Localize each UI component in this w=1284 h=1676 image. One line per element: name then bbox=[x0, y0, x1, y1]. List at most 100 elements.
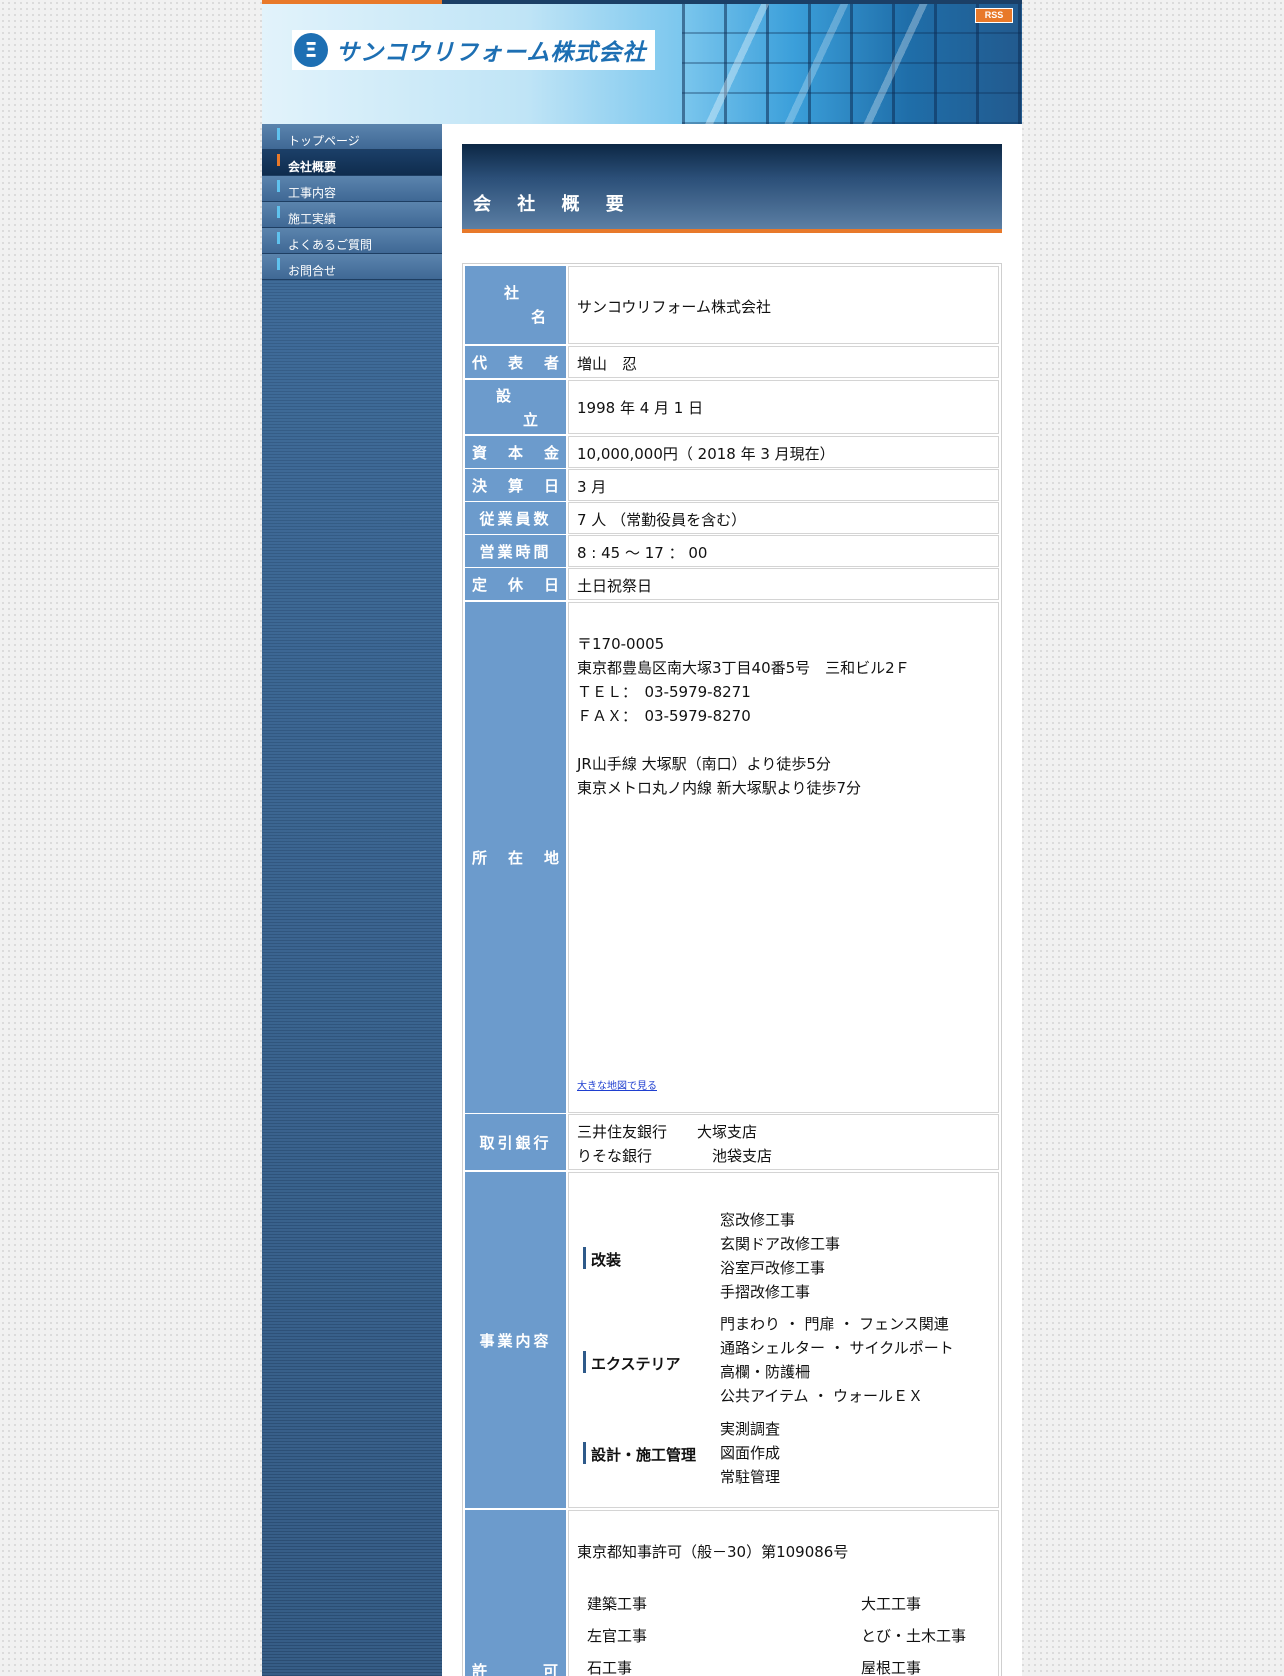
license-item: とび・土木工事 bbox=[861, 1627, 967, 1645]
category-renovation: 改装 bbox=[591, 1251, 622, 1269]
sidebar-item-label: トップページ bbox=[288, 134, 360, 148]
page: Ξ サンコウリフォーム株式会社 RSS トップページ 会社概要 工事内容 施工実… bbox=[262, 0, 1022, 1676]
label-char: 算 bbox=[507, 476, 523, 495]
service-item: 玄関ドア改修工事 bbox=[720, 1235, 841, 1253]
phone-number: ＴＥＬ： 03-5979-8271 bbox=[577, 683, 751, 701]
row-banks: 取引銀行 三井住友銀行 大塚支店 りそな銀行 池袋支店 bbox=[465, 1114, 999, 1170]
license-item: 左官工事 bbox=[587, 1627, 648, 1645]
row-value: 8 : 45 ～ 17 ： 00 bbox=[568, 535, 999, 567]
category-exterior: エクステリア bbox=[591, 1355, 681, 1373]
nav-marker-icon bbox=[277, 206, 280, 218]
label-char: 定 bbox=[472, 575, 488, 594]
nav-marker-icon bbox=[277, 154, 280, 166]
street-address: 東京都豊島区南大塚3丁目40番5号 三和ビル2Ｆ bbox=[577, 659, 910, 677]
row-label: 決 算 日 bbox=[465, 469, 566, 501]
service-item: 手摺改修工事 bbox=[720, 1283, 811, 1301]
banks-label: 取引銀行 bbox=[479, 1133, 552, 1152]
site-header: Ξ サンコウリフォーム株式会社 RSS bbox=[262, 0, 1022, 124]
service-item: 門まわり ・ 門扉 ・ フェンス関連 bbox=[720, 1315, 949, 1333]
employees-value: 7 人 （常勤役員を含む） bbox=[577, 511, 747, 529]
row-business: 事業内容 改装 窓改修工事 玄関ドア改修工事 浴室戸改修工事 手摺改修工事 エク… bbox=[465, 1172, 999, 1508]
service-item: 公共アイテム ・ ウォールＥＸ bbox=[720, 1387, 924, 1405]
row-label: 許 可 bbox=[465, 1510, 566, 1676]
bank-1: 三井住友銀行 大塚支店 bbox=[577, 1123, 758, 1141]
row-holidays: 定 休 日 土日祝祭日 bbox=[465, 568, 999, 600]
label-char: 許 bbox=[472, 1662, 488, 1676]
service-item: 実測調査 bbox=[720, 1420, 781, 1438]
building-image bbox=[682, 4, 1022, 124]
sidebar-nav: トップページ 会社概要 工事内容 施工実績 よくあるご質問 お問合せ bbox=[262, 124, 442, 280]
fiscal-value: 3 月 bbox=[577, 478, 607, 496]
row-license: 許 可 東京都知事許可（般－30）第109086号 建築工事 左官工事 石工事 … bbox=[465, 1510, 999, 1676]
label-char: 日 bbox=[543, 575, 559, 594]
large-map-link[interactable]: 大きな地図で見る bbox=[577, 1077, 657, 1092]
row-value: 増山 忍 bbox=[568, 346, 999, 378]
category-marker-icon bbox=[583, 1247, 586, 1269]
hours-value: 8 : 45 ～ 17 ： 00 bbox=[577, 544, 708, 562]
license-number: 東京都知事許可（般－30）第109086号 bbox=[577, 1543, 849, 1561]
row-value: 〒170-0005 東京都豊島区南大塚3丁目40番5号 三和ビル2Ｆ ＴＥＬ： … bbox=[568, 602, 999, 1113]
label-char: 在 bbox=[507, 849, 523, 867]
row-value: 三井住友銀行 大塚支店 りそな銀行 池袋支店 bbox=[568, 1114, 999, 1170]
row-value: サンコウリフォーム株式会社 bbox=[568, 266, 999, 344]
company-info-table: 社 名 サンコウリフォーム株式会社 代 表 者 増山 忍 設 立 1998 年 … bbox=[462, 263, 1002, 1676]
sidebar-item-services[interactable]: 工事内容 bbox=[262, 176, 442, 202]
label-char: 地 bbox=[543, 849, 559, 867]
nav-marker-icon bbox=[277, 180, 280, 192]
row-label: 代 表 者 bbox=[465, 346, 566, 378]
service-item: 窓改修工事 bbox=[720, 1211, 796, 1229]
access-metro: 東京メトロ丸ノ内線 新大塚駅より徒歩7分 bbox=[577, 779, 862, 797]
label-char: 可 bbox=[543, 1662, 559, 1676]
row-capital: 資 本 金 10,000,000円（ 2018 年 3 月現在） bbox=[465, 436, 999, 468]
representative-value: 増山 忍 bbox=[577, 355, 638, 373]
category-marker-icon bbox=[583, 1351, 586, 1373]
category-design: 設計・施工管理 bbox=[591, 1446, 697, 1464]
service-item: 高欄・防護柵 bbox=[720, 1363, 811, 1381]
row-label: 定 休 日 bbox=[465, 568, 566, 600]
header-accent-bar bbox=[262, 0, 442, 4]
holidays-value: 土日祝祭日 bbox=[577, 577, 653, 595]
row-label: 取引銀行 bbox=[465, 1114, 566, 1170]
sidebar-item-company[interactable]: 会社概要 bbox=[262, 150, 442, 176]
row-value: 東京都知事許可（般－30）第109086号 建築工事 左官工事 石工事 大工工事… bbox=[568, 1510, 999, 1676]
sidebar-item-contact[interactable]: お問合せ bbox=[262, 254, 442, 280]
label-char: 代 bbox=[472, 353, 488, 372]
row-fiscal-date: 決 算 日 3 月 bbox=[465, 469, 999, 501]
bank-2: りそな銀行 池袋支店 bbox=[577, 1147, 773, 1165]
rss-button[interactable]: RSS bbox=[975, 8, 1013, 23]
employees-label: 従業員数 bbox=[479, 509, 552, 528]
row-value: 1998 年 4 月 1 日 bbox=[568, 380, 999, 434]
access-jr: JR山手線 大塚駅（南口）より徒歩5分 bbox=[577, 755, 831, 773]
sidebar-item-label: 工事内容 bbox=[288, 186, 337, 200]
license-item: 建築工事 bbox=[587, 1595, 648, 1613]
postal-code: 〒170-0005 bbox=[577, 635, 665, 653]
label-char: 所 bbox=[472, 849, 488, 867]
sidebar-item-top[interactable]: トップページ bbox=[262, 124, 442, 150]
page-title: 会 社 概 要 bbox=[473, 194, 634, 215]
sidebar-item-label: よくあるご質問 bbox=[288, 238, 373, 252]
nav-marker-icon bbox=[277, 128, 280, 140]
row-established: 設 立 1998 年 4 月 1 日 bbox=[465, 380, 999, 434]
label-char: 設 bbox=[496, 387, 512, 405]
row-address: 所 在 地 〒170-0005 東京都豊島区南大塚3丁目40番5号 三和ビル2Ｆ… bbox=[465, 602, 999, 1113]
company-logo[interactable]: Ξ サンコウリフォーム株式会社 bbox=[292, 30, 655, 70]
sidebar-item-label: 施工実績 bbox=[288, 212, 337, 226]
label-char: 金 bbox=[543, 443, 559, 462]
row-business-hours: 営業時間 8 : 45 ～ 17 ： 00 bbox=[465, 535, 999, 567]
fax-number: ＦＡＸ： 03-5979-8270 bbox=[577, 707, 751, 725]
label-char: 表 bbox=[507, 353, 523, 372]
sidebar-item-works[interactable]: 施工実績 bbox=[262, 202, 442, 228]
row-label: 設 立 bbox=[465, 380, 566, 434]
service-item: 常駐管理 bbox=[720, 1468, 781, 1486]
company-logo-text: サンコウリフォーム株式会社 bbox=[336, 40, 647, 66]
label-char: 決 bbox=[472, 476, 488, 495]
service-item: 浴室戸改修工事 bbox=[720, 1259, 826, 1277]
nav-marker-icon bbox=[277, 232, 280, 244]
category-marker-icon bbox=[583, 1442, 586, 1464]
sidebar-item-faq[interactable]: よくあるご質問 bbox=[262, 228, 442, 254]
row-value: 改装 窓改修工事 玄関ドア改修工事 浴室戸改修工事 手摺改修工事 エクステリア … bbox=[568, 1172, 999, 1508]
label-char: 資 bbox=[472, 443, 488, 462]
service-item: 通路シェルター ・ サイクルポート bbox=[720, 1339, 954, 1357]
label-char: 休 bbox=[507, 575, 523, 594]
label-char: 社 bbox=[504, 284, 520, 302]
